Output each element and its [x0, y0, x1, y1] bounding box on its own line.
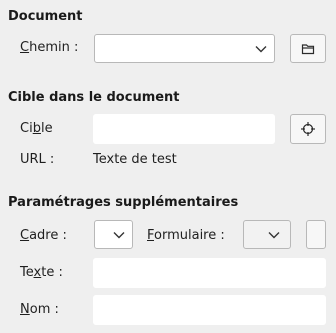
frame-label: Cadre :: [20, 228, 67, 243]
path-combobox[interactable]: [94, 34, 275, 63]
form-label: Formulaire :: [147, 228, 225, 243]
chevron-down-icon: [255, 45, 267, 52]
folder-icon: [301, 43, 315, 54]
text-input[interactable]: [93, 258, 326, 288]
further-settings-section-title: Paramétrages supplémentaires: [8, 195, 239, 210]
events-button[interactable]: [306, 220, 326, 249]
name-input[interactable]: [93, 295, 326, 325]
target-section-title: Cible dans le document: [8, 90, 180, 105]
url-label: URL :: [20, 152, 55, 167]
form-combobox[interactable]: [243, 220, 291, 249]
open-file-button[interactable]: [290, 34, 326, 63]
name-label: Nom :: [20, 302, 59, 317]
url-value: Texte de test: [93, 152, 177, 167]
text-label: Texte :: [20, 265, 63, 280]
path-label: Chemin :: [20, 40, 79, 55]
target-button[interactable]: [290, 114, 326, 144]
target-label: Cible: [20, 121, 53, 136]
document-section-title: Document: [8, 9, 83, 24]
target-input[interactable]: [93, 114, 275, 144]
frame-combobox[interactable]: [94, 220, 133, 249]
chevron-down-icon: [113, 231, 125, 238]
chevron-down-icon: [268, 231, 280, 238]
crosshair-icon: [301, 122, 315, 136]
